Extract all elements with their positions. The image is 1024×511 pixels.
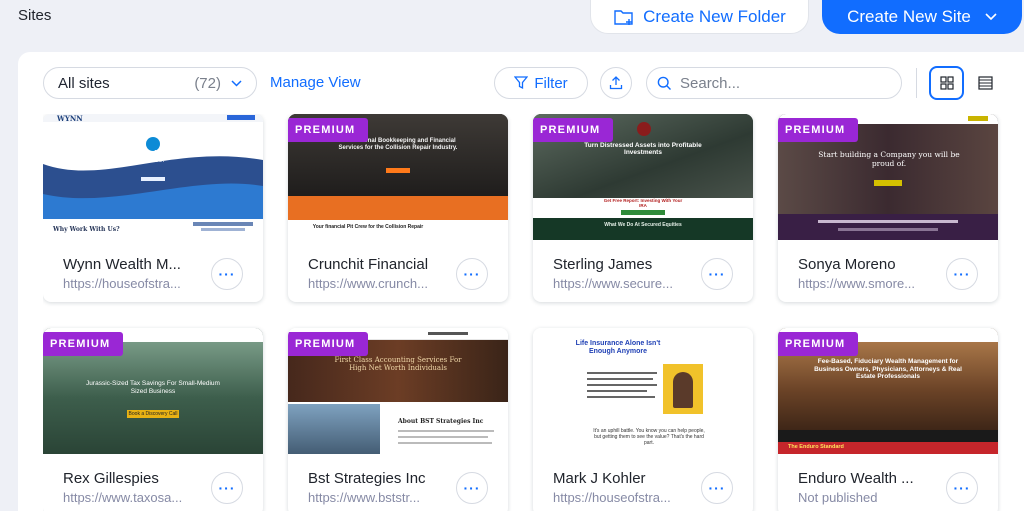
- more-icon: ···: [218, 266, 236, 282]
- funnel-icon: [514, 76, 529, 90]
- site-card[interactable]: Professional Bookkeeping and Financial S…: [288, 114, 508, 302]
- site-url[interactable]: https://www.smore...: [798, 276, 938, 291]
- premium-badge: PREMIUM: [778, 332, 859, 356]
- thumbnail-headline: Start building a Company you will be pro…: [818, 150, 960, 168]
- search-input[interactable]: [680, 74, 880, 92]
- sites-filter-value: All sites: [58, 74, 110, 92]
- site-name[interactable]: Wynn Wealth M...: [63, 256, 203, 273]
- site-name[interactable]: Sonya Moreno: [798, 256, 938, 273]
- site-url[interactable]: Not published: [798, 490, 938, 505]
- grid-view-button[interactable]: [929, 66, 964, 100]
- site-url[interactable]: https://www.bststr...: [308, 490, 448, 505]
- sites-count: (72): [194, 74, 221, 92]
- site-thumbnail[interactable]: WYNN Maximize Wealth Build a Legacy, and…: [43, 114, 263, 240]
- more-actions-button[interactable]: ···: [701, 258, 733, 290]
- site-thumbnail[interactable]: Life Insurance Alone Isn't Enough Anymor…: [533, 328, 753, 454]
- site-name[interactable]: Rex Gillespies: [63, 470, 203, 487]
- thumbnail-headline: Jurassic-Sized Tax Savings For Small-Med…: [86, 380, 220, 395]
- site-name[interactable]: Sterling James: [553, 256, 693, 273]
- grid-view-icon: [939, 76, 954, 90]
- chevron-down-icon: [231, 79, 242, 87]
- site-url[interactable]: https://www.taxosa...: [63, 490, 203, 505]
- thumbnail-subheading: About BST Strategies Inc: [398, 418, 484, 425]
- search-box: [646, 67, 902, 99]
- filter-button[interactable]: Filter: [494, 67, 588, 99]
- export-button[interactable]: [600, 67, 632, 99]
- list-view-button[interactable]: [970, 66, 1000, 100]
- site-url[interactable]: https://www.crunch...: [308, 276, 448, 291]
- site-card[interactable]: First Class Accounting Services For High…: [288, 328, 508, 511]
- manage-view-link[interactable]: Manage View: [270, 74, 361, 91]
- create-folder-label: Create New Folder: [643, 6, 786, 26]
- more-icon: ···: [463, 266, 481, 282]
- thumbnail-subheading: What We Do At Secured Equities: [604, 222, 682, 228]
- create-folder-button[interactable]: Create New Folder: [590, 0, 809, 34]
- site-url[interactable]: https://houseofstra...: [63, 276, 203, 291]
- create-site-button[interactable]: Create New Site: [822, 0, 1022, 34]
- site-card[interactable]: Turn Distressed Assets into Profitable I…: [533, 114, 753, 302]
- thumbnail-subheading: Your financial Pit Crew for the Collisio…: [312, 224, 424, 230]
- filter-label: Filter: [534, 74, 568, 92]
- more-icon: ···: [953, 266, 971, 282]
- thumbnail-headline: Maximize Wealth Build a Legacy, and Secu…: [76, 150, 230, 164]
- premium-badge: PREMIUM: [288, 332, 369, 356]
- folder-plus-icon: [614, 9, 633, 25]
- thumbnail-headline: Life Insurance Alone Isn't Enough Anymor…: [575, 340, 661, 355]
- chevron-down-icon: [985, 13, 997, 21]
- sites-grid: WYNN Maximize Wealth Build a Legacy, and…: [43, 114, 1003, 511]
- site-card[interactable]: WYNN Maximize Wealth Build a Legacy, and…: [43, 114, 263, 302]
- more-icon: ···: [953, 480, 971, 496]
- more-icon: ···: [218, 480, 236, 496]
- site-name[interactable]: Enduro Wealth ...: [798, 470, 938, 487]
- site-url[interactable]: https://houseofstra...: [553, 490, 693, 505]
- site-name[interactable]: Bst Strategies Inc: [308, 470, 448, 487]
- create-site-label: Create New Site: [847, 7, 971, 26]
- upload-icon: [609, 76, 623, 90]
- more-actions-button[interactable]: ···: [456, 258, 488, 290]
- toolbar-divider: [916, 68, 917, 98]
- sites-toolbar: All sites (72) Manage View Filter: [18, 52, 1024, 114]
- thumbnail-cta: Get Free Report: Investing With Your IRA: [603, 198, 683, 208]
- sites-filter-dropdown[interactable]: All sites (72): [43, 67, 257, 99]
- more-actions-button[interactable]: ···: [946, 258, 978, 290]
- site-card[interactable]: Jurassic-Sized Tax Savings For Small-Med…: [43, 328, 263, 511]
- sites-panel: All sites (72) Manage View Filter Search…: [18, 52, 1024, 511]
- site-url[interactable]: https://www.secure...: [553, 276, 693, 291]
- thumbnail-footer: The Enduro Standard: [788, 444, 844, 450]
- site-name[interactable]: Crunchit Financial: [308, 256, 448, 273]
- premium-badge: PREMIUM: [288, 118, 369, 142]
- more-icon: ···: [708, 266, 726, 282]
- search-icon: [657, 76, 671, 90]
- thumbnail-headline: Fee-Based, Fiduciary Wealth Management f…: [814, 358, 962, 380]
- thumbnail-quote: It's an uphill battle. You know you can …: [593, 428, 705, 446]
- premium-badge: PREMIUM: [43, 332, 124, 356]
- thumbnail-hero-graphic: [43, 137, 263, 219]
- site-card[interactable]: Life Insurance Alone Isn't Enough Anymor…: [533, 328, 753, 511]
- thumbnail-headline: Turn Distressed Assets into Profitable I…: [584, 142, 702, 156]
- site-name[interactable]: Mark J Kohler: [553, 470, 693, 487]
- premium-badge: PREMIUM: [778, 118, 859, 142]
- more-actions-button[interactable]: ···: [701, 472, 733, 504]
- more-actions-button[interactable]: ···: [211, 472, 243, 504]
- more-actions-button[interactable]: ···: [456, 472, 488, 504]
- thumbnail-subheading: Why Work With Us?: [53, 226, 120, 233]
- thumbnail-logo: WYNN: [57, 114, 83, 123]
- site-card[interactable]: Fee-Based, Fiduciary Wealth Management f…: [778, 328, 998, 511]
- more-icon: ···: [708, 480, 726, 496]
- top-bar: Sites Create New Folder Create New Site: [0, 0, 1024, 50]
- more-actions-button[interactable]: ···: [211, 258, 243, 290]
- more-actions-button[interactable]: ···: [946, 472, 978, 504]
- more-icon: ···: [463, 480, 481, 496]
- site-card[interactable]: Start building a Company you will be pro…: [778, 114, 998, 302]
- page-title: Sites: [18, 7, 52, 24]
- premium-badge: PREMIUM: [533, 118, 614, 142]
- thumbnail-cta: Book a Discovery Call: [128, 411, 178, 417]
- thumbnail-headline: First Class Accounting Services For High…: [334, 356, 462, 372]
- list-view-icon: [977, 76, 993, 90]
